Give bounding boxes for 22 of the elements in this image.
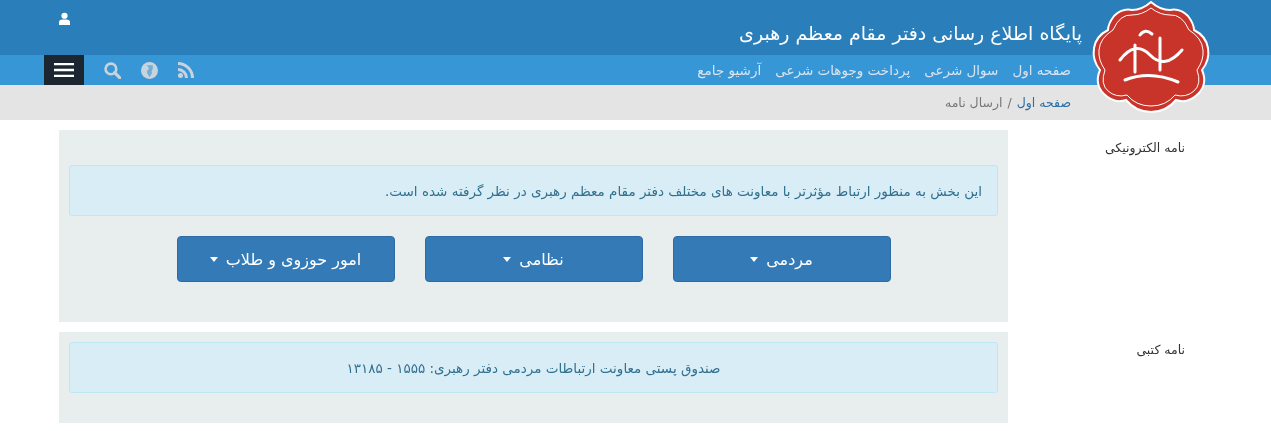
- nav-link[interactable]: آرشیو جامع: [697, 62, 762, 78]
- dropdown-button[interactable]: مردمی: [672, 236, 891, 282]
- logo-icon[interactable]: [1090, 0, 1212, 113]
- info-message: این بخش به منظور ارتباط مؤثرتر با معاونت های مختلف دفتر مقام معظم رهبری در نظر گرفته شده است.: [69, 165, 998, 216]
- info-message: صندوق پستی معاونت ارتباطات مردمی دفتر رهبری: ۱۵۵۵ - ۱۳۱۸۵: [69, 342, 998, 393]
- nav-link[interactable]: سوال شرعی: [924, 62, 999, 78]
- site-title: پایگاه اطلاع رسانی دفتر مقام معظم رهبری: [739, 21, 1082, 44]
- section-label: نامه کتبی: [1136, 342, 1185, 357]
- nav-link[interactable]: پرداخت وجوهات شرعی: [775, 62, 911, 78]
- nav-link[interactable]: صفحه اول: [1012, 62, 1071, 78]
- menu-button[interactable]: [44, 55, 84, 85]
- caret-icon: [750, 256, 759, 262]
- caret-icon: [209, 256, 218, 262]
- user-icon[interactable]: [59, 12, 70, 25]
- breadcrumb-link[interactable]: صفحه اول: [1016, 95, 1071, 110]
- menu-icon: [54, 63, 74, 77]
- breadcrumb-separator: /: [1007, 95, 1012, 110]
- caret-icon: [503, 256, 512, 262]
- section-label: نامه الکترونیکی: [1104, 140, 1185, 155]
- dropdown-button[interactable]: امور حوزوی و طلاب: [176, 236, 395, 282]
- breadcrumb-current: ارسال نامه: [944, 95, 1003, 110]
- dropdown-button[interactable]: نظامی: [424, 236, 643, 282]
